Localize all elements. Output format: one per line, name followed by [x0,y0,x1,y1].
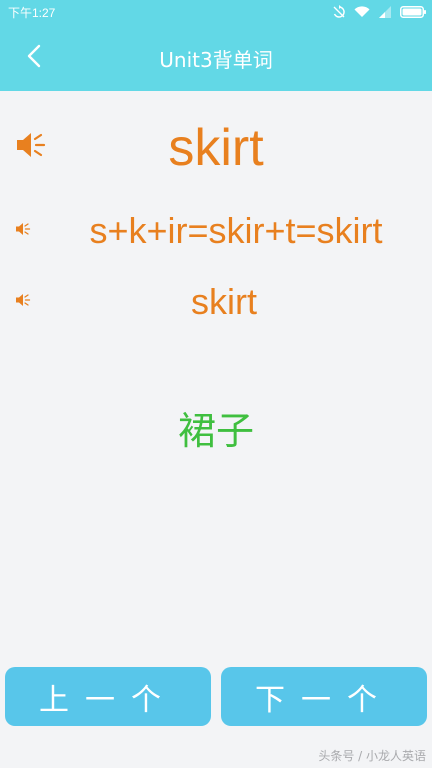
signal-icon [378,6,392,18]
chevron-left-icon [27,44,41,72]
main-word: skirt [168,119,264,177]
header-bar: 下午1:27 Unit3背单词 [0,0,432,91]
next-button[interactable]: 下一个 [221,667,427,726]
speaker-icon[interactable] [15,221,31,240]
status-icons [332,4,426,20]
status-bar: 下午1:27 [0,0,432,24]
next-button-label: 下一个 [255,682,393,718]
word-meaning: 裙子 [177,409,254,453]
previous-button[interactable]: 上一个 [5,667,211,726]
split-word: s+k+ir=skir+t=skirt [89,210,383,251]
back-button[interactable] [14,38,54,78]
battery-icon [400,6,426,18]
repeat-word: skirt [191,281,257,322]
previous-button-label: 上一个 [39,682,177,718]
wifi-icon [354,6,370,18]
status-time: 下午1:27 [8,6,56,20]
nav-bar: Unit3背单词 [0,24,432,91]
sync-icon [332,5,346,19]
watermark: 头条号 / 小龙人英语 [318,749,426,763]
page-title: Unit3背单词 [159,48,273,72]
